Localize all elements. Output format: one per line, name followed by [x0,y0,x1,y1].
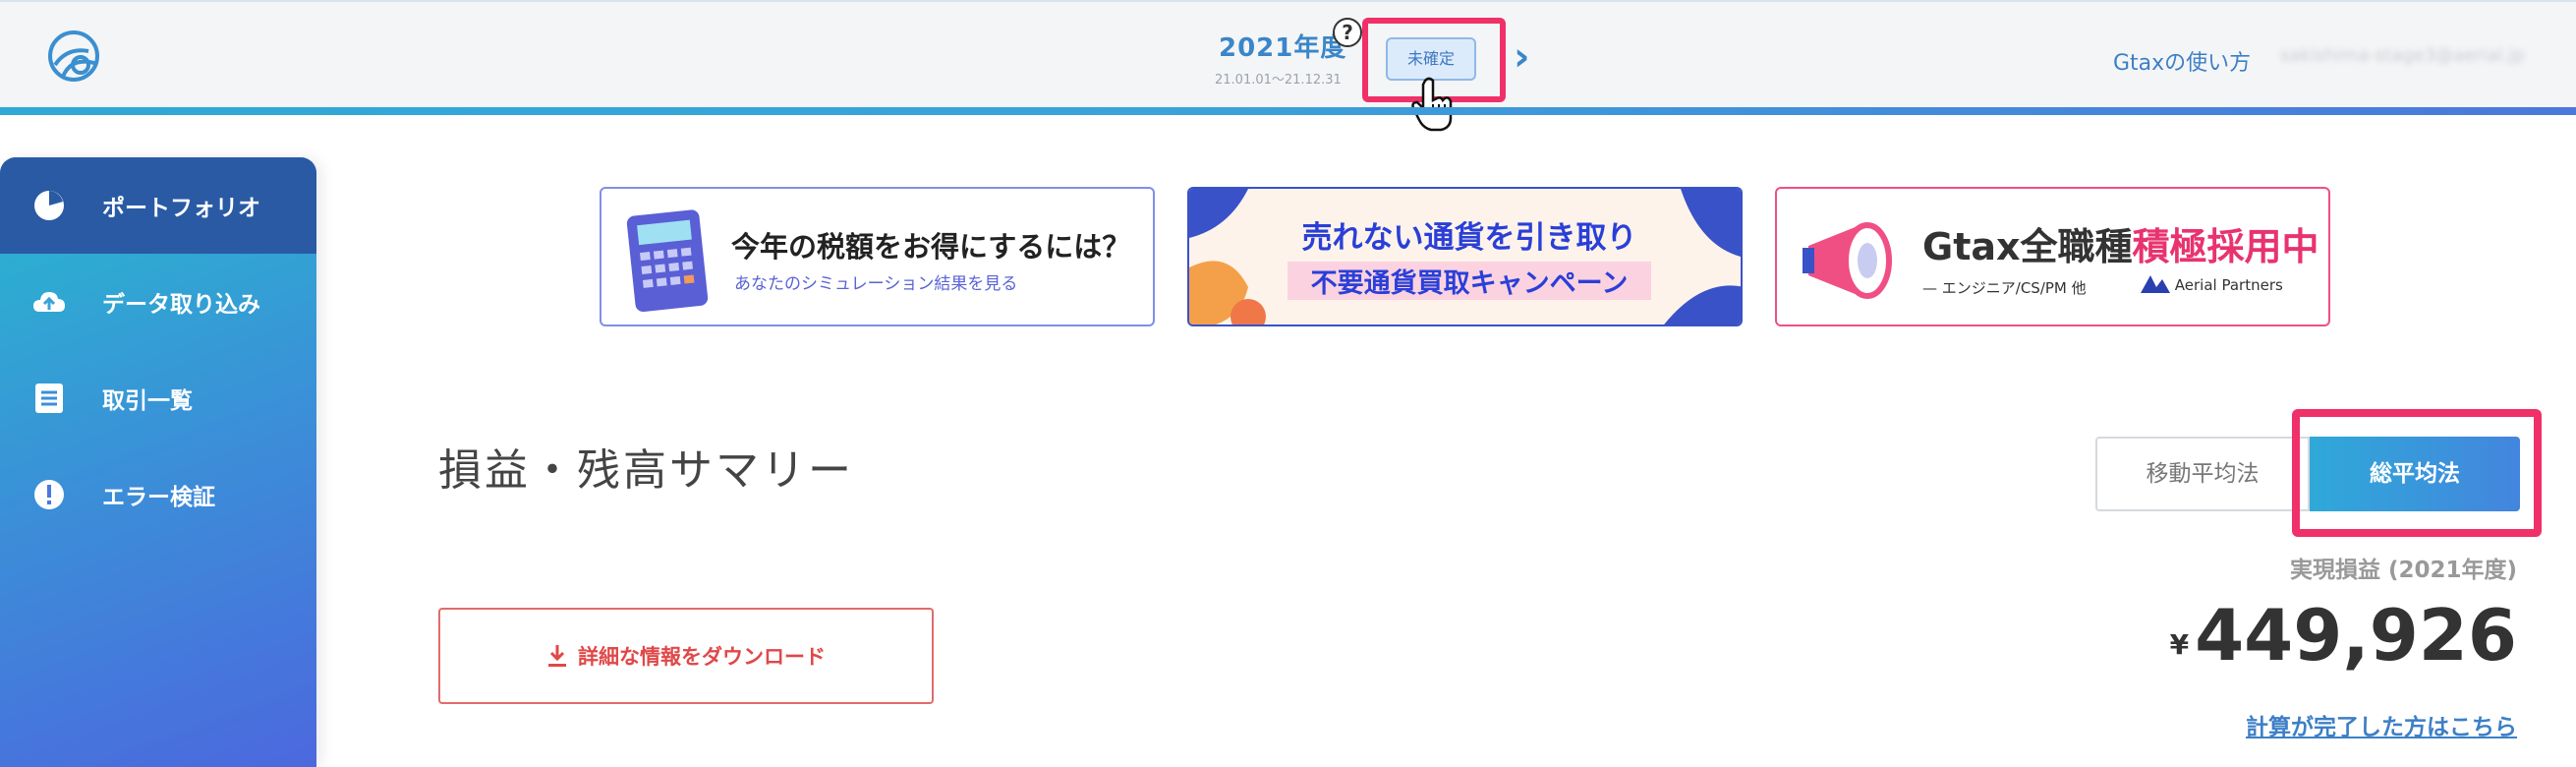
moving-average-button[interactable]: 移動平均法 [2095,437,2310,511]
sidebar: ポートフォリオ データ取り込み 取引一覧 エラー検証 [0,157,316,767]
banner-tax-subtitle: あなたのシミュレーション結果を見る [734,274,1018,294]
banner-recruit-partner: Aerial Partners [2141,275,2283,294]
sidebar-item-label: ポートフォリオ [102,196,260,221]
recruit-brand: Gtax [1922,225,2021,268]
pie-chart-icon [34,191,64,220]
currency-symbol: ¥ [2169,628,2190,661]
calculator-icon [626,209,709,313]
list-icon [35,384,63,413]
download-icon [548,645,566,667]
help-icon[interactable]: ? [1333,18,1362,47]
banner-tax-simulation[interactable]: 今年の税額をお得にするには？ あなたのシミュレーション結果を見る [600,187,1155,326]
calc-complete-link[interactable]: 計算が完了した方はこちら [2246,708,2517,741]
chevron-right-icon[interactable]: › [1514,37,1553,77]
sidebar-item-label: 取引一覧 [102,388,193,414]
download-details-button[interactable]: 詳細な情報をダウンロード [438,608,934,704]
cloud-upload-icon [33,292,65,312]
campaign-background-shapes [1189,189,1741,324]
download-label: 詳細な情報をダウンロード [578,645,826,669]
realized-pnl-label: 実現損益 (2021年度) [2289,558,2517,583]
header-gradient-bar [0,107,2576,115]
banner-recruit-subtitle: — エンジニア/CS/PM 他 [1922,279,2087,297]
method-highlight-box [2292,409,2542,537]
banner-campaign-line2: 不要通貨買取キャンペーン [1288,262,1651,300]
sidebar-item-portfolio[interactable]: ポートフォリオ [0,157,316,254]
fiscal-year-selector: 2021年度 21.01.01〜21.12.31 ? 未確定 › [1179,18,1592,110]
banner-currency-campaign[interactable]: 売れない通貨を引き取り 不要通貨買取キャンペーン [1187,187,1743,326]
sidebar-item-data-import[interactable]: データ取り込み [0,254,316,350]
sidebar-item-error-check[interactable]: エラー検証 [0,446,316,543]
page-title: 損益・残高サマリー [438,445,854,496]
realized-pnl-value: ¥449,926 [2170,594,2517,677]
banner-recruit-title: Gtax全職種積極採用中 [1922,216,2319,270]
fiscal-year-title: 2021年度 [1219,33,1347,63]
banner-tax-title: 今年の税額をお得にするには？ [731,230,1131,264]
status-badge[interactable]: 未確定 [1386,37,1476,81]
sidebar-item-transactions[interactable]: 取引一覧 [0,350,316,446]
partner-name: Aerial Partners [2174,276,2283,294]
recruit-title-black: 全職種 [2020,225,2133,268]
hand-cursor-icon [1411,77,1453,132]
gtax-logo[interactable] [45,28,102,85]
aerial-logo-icon [2141,275,2170,293]
recruit-title-pink: 積極採用中 [2132,225,2319,268]
fiscal-year-range: 21.01.01〜21.12.31 [1215,73,1342,88]
help-link[interactable]: Gtaxの使い方 [2113,45,2251,77]
top-header: 2021年度 21.01.01〜21.12.31 ? 未確定 › Gtaxの使い… [0,0,2576,132]
user-email[interactable]: sakishima-stage3@aerial.jp [2280,45,2525,66]
sidebar-item-label: データ取り込み [102,292,260,318]
megaphone-icon [1803,222,1892,299]
realized-pnl-number: 449,926 [2195,594,2517,677]
banner-campaign-line1: 売れない通貨を引き取り [1301,220,1637,256]
alert-icon [34,480,64,509]
sidebar-item-label: エラー検証 [102,485,215,510]
banner-recruit[interactable]: Gtax全職種積極採用中 — エンジニア/CS/PM 他 Aerial Part… [1775,187,2330,326]
